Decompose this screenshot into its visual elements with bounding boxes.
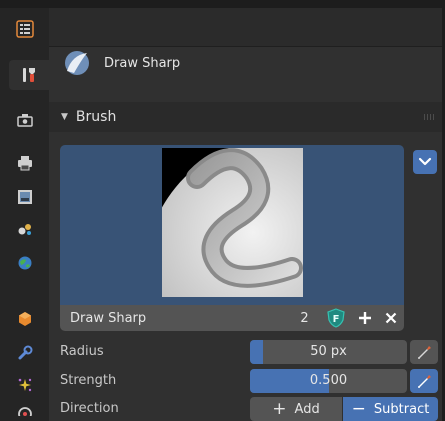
radius-value: 50 px: [310, 344, 347, 359]
particles-icon: [18, 378, 32, 392]
chevron-down-icon: [418, 157, 432, 166]
plus-icon: [358, 312, 371, 324]
properties-editor-icon: [16, 20, 34, 38]
plus-icon: +: [272, 398, 287, 419]
shield-icon: F: [327, 308, 345, 328]
direction-add-button[interactable]: + Add: [250, 397, 342, 421]
editor-header: [49, 8, 445, 47]
direction-subtract-button[interactable]: − Subtract: [343, 397, 438, 421]
view-layer-icon: [18, 190, 32, 204]
radius-pressure-toggle[interactable]: [410, 340, 438, 364]
pen-pressure-icon: [418, 346, 431, 359]
object-icon: [19, 312, 31, 326]
drag-grip-icon[interactable]: [424, 114, 436, 120]
minus-icon: −: [351, 398, 366, 419]
close-icon: [385, 312, 397, 324]
radius-label: Radius: [60, 344, 104, 359]
brush-thumbnail: [162, 148, 303, 297]
strength-slider[interactable]: 0.500: [250, 369, 407, 393]
window-top-border: [0, 0, 445, 8]
tab-tool[interactable]: [9, 60, 49, 90]
scene-icon: [18, 224, 31, 235]
strength-label: Strength: [60, 373, 117, 388]
brush-browse-dropdown-button[interactable]: [413, 150, 437, 174]
brush-name-value: Draw Sharp: [70, 310, 147, 326]
tool-icon: [23, 68, 35, 82]
brush-name-field[interactable]: Draw Sharp: [60, 305, 288, 331]
brush-icon: [65, 51, 89, 75]
properties-tab-strip: [0, 8, 49, 421]
brush-user-count[interactable]: 2: [288, 305, 321, 331]
tab-view-layer[interactable]: [9, 182, 41, 212]
world-icon: [18, 256, 32, 270]
fake-user-toggle[interactable]: F: [321, 305, 351, 331]
direction-add-label: Add: [294, 401, 320, 417]
tab-particles[interactable]: [9, 370, 41, 400]
output-icon: [18, 156, 32, 171]
active-brush-name: Draw Sharp: [104, 55, 181, 71]
tab-output[interactable]: [9, 148, 41, 178]
tab-scene[interactable]: [9, 214, 41, 244]
direction-label: Direction: [60, 401, 119, 416]
radius-slider[interactable]: 50 px: [250, 340, 407, 364]
tab-world[interactable]: [9, 248, 41, 278]
strength-value: 0.500: [309, 373, 348, 388]
direction-subtract-label: Subtract: [373, 401, 430, 417]
modifier-icon: [18, 345, 33, 360]
fake-user-letter: F: [333, 314, 340, 325]
tab-physics[interactable]: [9, 404, 41, 421]
new-brush-button[interactable]: [351, 305, 378, 331]
strength-pressure-toggle[interactable]: [410, 369, 438, 393]
tab-render[interactable]: [9, 106, 41, 136]
unlink-brush-button[interactable]: [378, 305, 404, 331]
physics-icon: [18, 407, 32, 416]
pen-pressure-icon: [418, 375, 431, 388]
collapse-arrow-icon: ▼: [61, 112, 68, 122]
panel-title: Brush: [75, 109, 117, 125]
tab-modifier[interactable]: [9, 338, 41, 368]
active-brush-row: Draw Sharp: [62, 47, 180, 79]
tab-object[interactable]: [9, 304, 41, 334]
brush-stroke-preview-image: [162, 148, 303, 297]
render-icon: [17, 114, 33, 127]
editor-type-button[interactable]: [12, 14, 38, 44]
brush-panel-header[interactable]: ▼ Brush: [49, 102, 442, 132]
